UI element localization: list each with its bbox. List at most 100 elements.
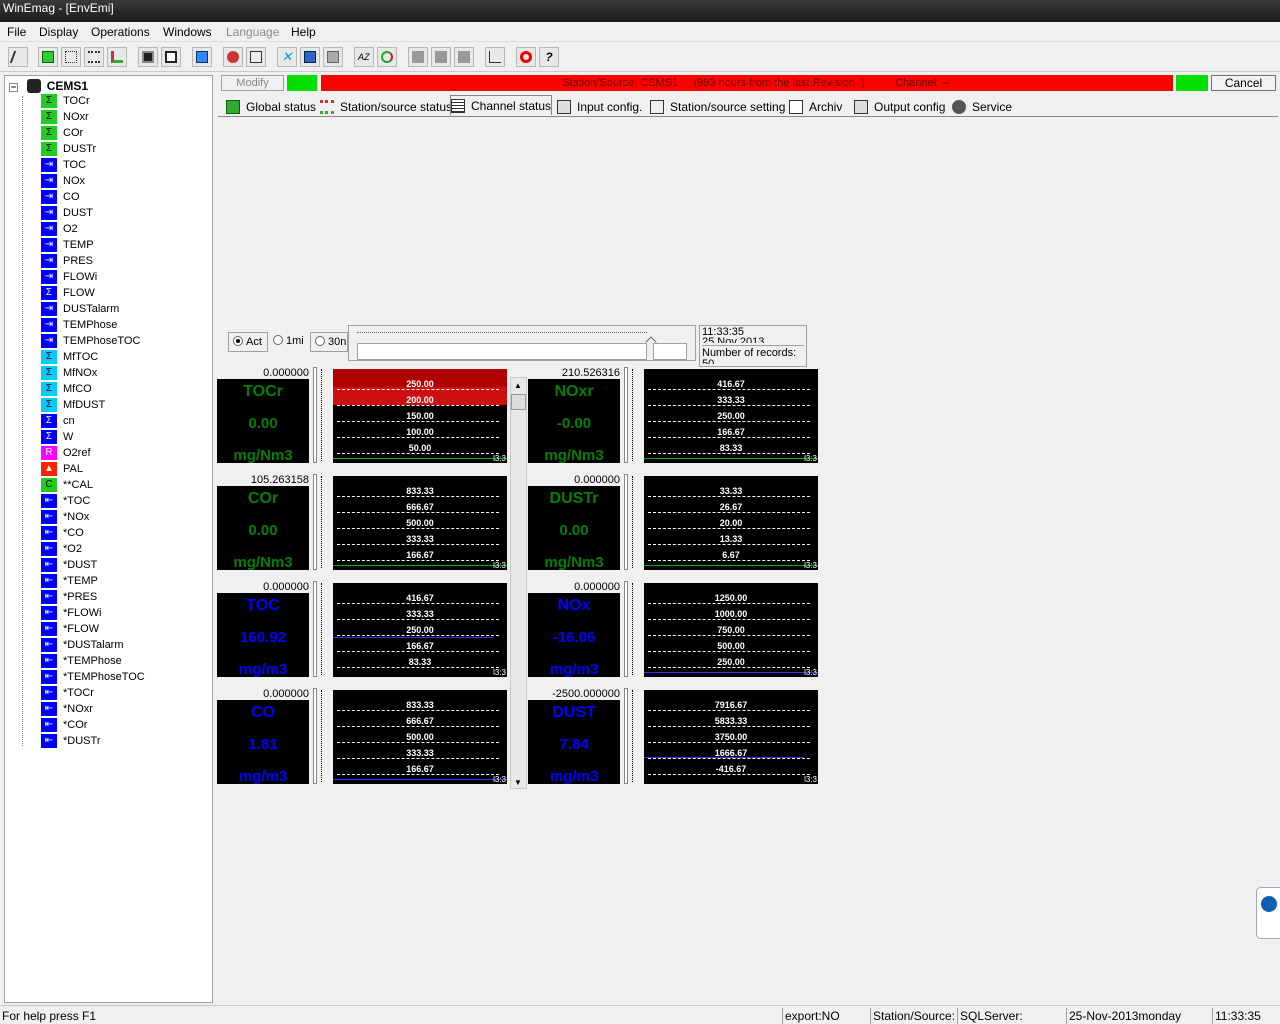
tab-input-config[interactable]: Input config. [557,97,645,117]
tab-archiv[interactable]: Archiv [789,97,849,117]
tab-station-source-status[interactable]: Station/source status [320,97,452,117]
toolbar-bar-chart-button[interactable] [107,47,127,67]
toolbar-sort-button[interactable]: AZ [354,47,374,67]
grid-line [648,651,810,652]
records-label: Number of records: [702,345,804,359]
tab-output-config[interactable]: Output config [854,97,945,117]
channel-scale[interactable] [622,581,642,677]
grid-line [337,544,499,545]
toolbar-copy-button[interactable] [246,47,266,67]
channel-scale[interactable] [622,688,642,784]
channel-display[interactable]: CO 1.81 mg/m3 [217,700,309,785]
tab-global-status[interactable]: Global status [226,97,318,117]
station-status-text: Station/Source: CEMS1 (993 hours from th… [562,77,950,89]
scroll-up-icon[interactable]: ▲ [514,381,522,390]
menu-display[interactable]: Display [39,25,78,39]
toolbar-grid-button[interactable] [61,47,81,67]
grid-line [337,405,499,406]
gray-square-icon [458,51,470,63]
grid-line [337,560,499,561]
channel-trend-graph: 833.33 666.67 500.00 333.33 166.67 l3:3 [333,690,507,784]
menu-file[interactable]: File [7,25,26,39]
input-arrow-icon: ⇥ [41,254,57,268]
toolbar-gray1-button[interactable] [408,47,428,67]
scale-label: 6.67 [722,550,740,560]
tab-service[interactable]: Service [952,97,1014,117]
channel-display[interactable]: COr 0.00 mg/Nm3 [217,486,309,571]
modify-button[interactable]: Modify [221,75,284,91]
toolbar-help-button[interactable]: ? [539,47,559,67]
channel-trend-graph: 7916.67 5833.33 3750.00 1666.67 -416.67 l3:3 [644,690,818,784]
toolbar-save-button[interactable] [138,47,158,67]
scroll-thumb[interactable] [511,394,526,410]
toolbar-edit-button[interactable] [8,47,28,67]
toolbar-gray2-button[interactable] [431,47,451,67]
grid-line [648,758,810,759]
scale-label: 333.33 [406,748,434,758]
scale-label: 333.33 [406,609,434,619]
channel-display[interactable]: TOC 160.92 mg/m3 [217,593,309,678]
radio-30min[interactable]: 30n [310,332,348,352]
radio-act[interactable]: Act [228,332,268,352]
graph-time-label: l3:3 [493,668,506,677]
channel-display[interactable]: NOxr -0.00 mg/Nm3 [528,379,620,464]
output-arrow-icon: ⇤ [41,606,57,620]
channel-display[interactable]: DUST 7.84 mg/m3 [528,700,620,785]
tab-channel-status[interactable]: Channel status [450,95,552,115]
tree-item-label: TOCr [63,95,90,107]
channel-scale[interactable] [311,367,331,463]
tree-item-label: O2ref [63,447,91,459]
channel-scale[interactable] [311,474,331,570]
scroll-down-icon[interactable]: ▼ [514,778,522,787]
menu-help[interactable]: Help [291,25,316,39]
tree-root[interactable]: − CEMS1 [9,79,88,93]
channel-scale[interactable] [622,474,642,570]
menu-language[interactable]: Language [226,25,279,39]
tree-item-label: DUSTr [63,143,97,155]
toolbar-window-button[interactable] [192,47,212,67]
toolbar-signature-button[interactable] [485,47,505,67]
tree-item-label: MfCO [63,383,92,395]
menu-operations[interactable]: Operations [91,25,150,39]
channels-scrollbar[interactable]: ▲ ▼ [510,377,527,789]
scale-label: 833.33 [406,700,434,710]
toolbar-print-button[interactable] [161,47,181,67]
graph-time-label: l3:3 [493,775,506,784]
toolbar-close-x-button[interactable]: ✕ [277,47,297,67]
grid-line [648,528,810,529]
toolbar-chart-button[interactable] [38,47,58,67]
refresh-icon [381,51,393,63]
output-arrow-icon: ⇤ [41,590,57,604]
toolbar-table-button[interactable] [300,47,320,67]
channel-value: 1.81 [248,736,278,753]
window-icon [196,51,208,63]
toolbar-print2-button[interactable] [323,47,343,67]
channel-display[interactable]: TOCr 0.00 mg/Nm3 [217,379,309,464]
channel-scale[interactable] [622,367,642,463]
input-arrow-icon: ⇥ [41,334,57,348]
station-setting-icon [650,100,664,114]
tab-station-source-setting[interactable]: Station/source setting [650,97,785,117]
slider-track[interactable] [357,343,647,360]
collapse-icon[interactable]: − [9,83,18,92]
grid-line [337,496,499,497]
channel-scale[interactable] [311,688,331,784]
channel-scale[interactable] [311,581,331,677]
channel-display[interactable]: NOx -16.06 mg/m3 [528,593,620,678]
time-slider[interactable] [348,325,696,361]
time-info-box: 11:33:35 25 Nov 2013 Number of records: … [699,325,807,367]
scale-label: 13.33 [719,534,743,544]
channel-display[interactable]: DUSTr 0.00 mg/Nm3 [528,486,620,571]
radio-1min[interactable]: 1mi [269,332,309,352]
cancel-button[interactable]: Cancel [1211,75,1276,91]
toolbar-stop-button[interactable] [516,47,536,67]
toolbar-station-button[interactable] [223,47,243,67]
toolbar-dots-button[interactable] [84,47,104,67]
channel-scale-dots [321,583,323,675]
toolbar-refresh-button[interactable] [377,47,397,67]
toolbar-gray3-button[interactable] [454,47,474,67]
channel-scale-bar [624,474,628,570]
menu-windows[interactable]: Windows [163,25,212,39]
graph-time-label: l3:3 [493,561,506,570]
teamviewer-tab[interactable] [1256,887,1280,939]
